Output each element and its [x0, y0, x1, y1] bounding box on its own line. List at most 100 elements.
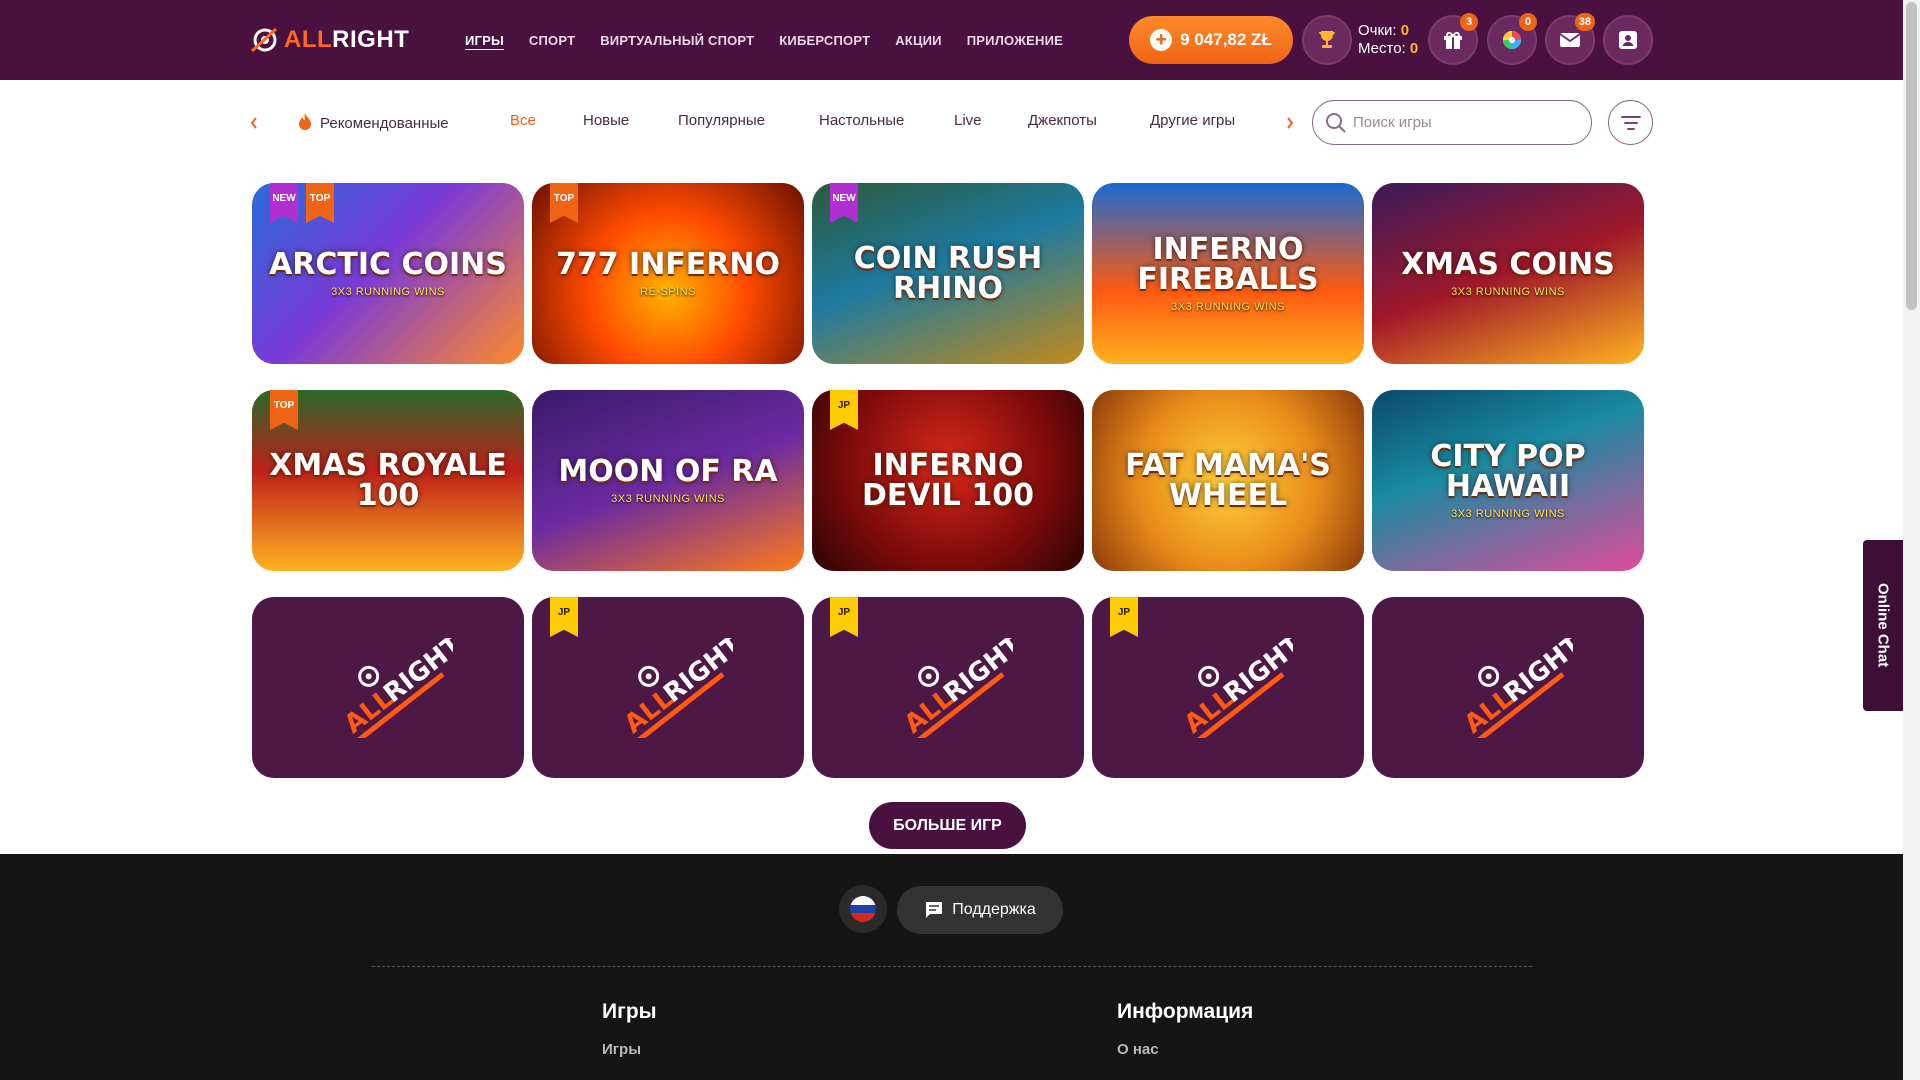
- footer-info-title: Информация: [1117, 1000, 1254, 1023]
- footer-about-link[interactable]: О нас: [1117, 1041, 1159, 1058]
- game-subtitle: 3X3 RUNNING WINS: [331, 285, 445, 298]
- game-tile[interactable]: ALL RIGHT: [252, 597, 524, 778]
- tag-new-badge: NEW: [270, 183, 298, 223]
- game-tile[interactable]: Inferno Devil 100 JP: [812, 390, 1084, 571]
- nav-sport[interactable]: СПОРТ: [529, 33, 575, 48]
- category-other[interactable]: Другие игры: [1150, 112, 1235, 129]
- header: ALLRIGHT ИГРЫ СПОРТ ВИРТУАЛЬНЫЙ СПОРТ КИ…: [0, 0, 1903, 80]
- support-button[interactable]: Поддержка: [897, 886, 1063, 934]
- allright-logo-icon: ALLRIGHT: [1459, 638, 1573, 738]
- game-tile[interactable]: ALL RIGHT: [1372, 597, 1644, 778]
- game-tile[interactable]: Arctic Coins 3X3 RUNNING WINS NEW TOP: [252, 183, 524, 364]
- game-tile[interactable]: ALL RIGHT JP: [812, 597, 1084, 778]
- search-icon: [1326, 113, 1346, 133]
- logo-text-right: RIGHT: [332, 26, 410, 53]
- category-new[interactable]: Новые: [583, 112, 629, 129]
- category-live[interactable]: Live: [954, 112, 982, 129]
- messages-badge: 38: [1574, 13, 1595, 31]
- chat-icon: [926, 902, 943, 918]
- tag-top-badge: TOP: [550, 183, 578, 223]
- wheel-icon: [1503, 31, 1521, 49]
- game-tile[interactable]: City Pop Hawaii 3X3 RUNNING WINS: [1372, 390, 1644, 571]
- language-selector[interactable]: [839, 885, 887, 933]
- game-title: Inferno Devil 100: [862, 447, 1034, 513]
- game-subtitle: RE-SPINS: [640, 285, 696, 298]
- game-tile[interactable]: Inferno Fireballs 3X3 RUNNING WINS: [1092, 183, 1364, 364]
- tag-jp-badge: JP: [1110, 597, 1138, 637]
- points-value: 0: [1400, 22, 1410, 39]
- footer-games-link[interactable]: Игры: [602, 1041, 641, 1058]
- logo[interactable]: ALLRIGHT: [250, 22, 409, 58]
- trophy-icon: [1319, 31, 1335, 48]
- game-subtitle: 3X3 RUNNING WINS: [1451, 507, 1565, 520]
- allright-logo-icon: ALLRIGHT: [899, 638, 1013, 738]
- game-title: 777 Inferno: [555, 246, 781, 282]
- chevron-right-icon[interactable]: [1286, 117, 1294, 129]
- game-title: Coin Rush Rhino: [853, 240, 1043, 306]
- games-grid: Arctic Coins 3X3 RUNNING WINS NEW TOP 777 In…: [252, 183, 1645, 778]
- more-games-button[interactable]: БОЛЬШЕ ИГР: [869, 802, 1026, 849]
- category-all[interactable]: Все: [510, 112, 536, 129]
- game-title: City Pop Hawaii: [1430, 438, 1586, 504]
- support-label: Поддержка: [952, 901, 1036, 918]
- search-box: [1312, 100, 1592, 145]
- game-tile[interactable]: Coin Rush Rhino NEW: [812, 183, 1084, 364]
- online-chat-tab[interactable]: Online Chat: [1863, 540, 1903, 711]
- envelope-icon: [1559, 33, 1581, 47]
- flame-icon: [299, 113, 311, 130]
- tag-jp-badge: JP: [830, 390, 858, 430]
- nav-esports[interactable]: КИБЕРСПОРТ: [779, 33, 870, 48]
- gifts-button[interactable]: 3: [1428, 13, 1478, 65]
- filter-icon: [1620, 115, 1641, 130]
- game-subtitle: 3X3 RUNNING WINS: [1451, 285, 1565, 298]
- search-input[interactable]: [1353, 114, 1573, 131]
- game-tile[interactable]: Fat Mama's Wheel: [1092, 390, 1364, 571]
- tag-top-badge: TOP: [306, 183, 334, 223]
- profile-button[interactable]: [1603, 15, 1653, 65]
- online-chat-label: Online Chat: [1874, 583, 1892, 668]
- filter-button[interactable]: [1608, 100, 1653, 145]
- user-icon: [1619, 31, 1637, 49]
- category-table[interactable]: Настольные: [819, 112, 904, 129]
- game-tile[interactable]: 777 Inferno RE-SPINS TOP: [532, 183, 804, 364]
- logo-text-all: ALL: [284, 26, 333, 53]
- nav-promotions[interactable]: АКЦИИ: [895, 33, 942, 48]
- game-tile[interactable]: ALL RIGHT JP: [532, 597, 804, 778]
- nav-virtual-sport[interactable]: ВИРТУАЛЬНЫЙ СПОРТ: [600, 33, 754, 48]
- category-popular[interactable]: Популярные: [678, 112, 765, 129]
- game-title: Xmas Royale 100: [269, 447, 507, 513]
- category-recommended-label: Рекомендованные: [320, 115, 449, 132]
- game-tile[interactable]: Moon of Ra 3X3 RUNNING WINS: [532, 390, 804, 571]
- category-jackpots[interactable]: Джекпоты: [1028, 112, 1097, 129]
- game-tile[interactable]: Xmas Coins 3X3 RUNNING WINS: [1372, 183, 1644, 364]
- fortune-wheel-button[interactable]: 0: [1487, 13, 1537, 65]
- main-nav: ИГРЫ СПОРТ ВИРТУАЛЬНЫЙ СПОРТ КИБЕРСПОРТ …: [465, 0, 1088, 80]
- game-title: Inferno Fireballs: [1137, 231, 1319, 297]
- place-value: 0: [1409, 40, 1419, 57]
- footer-games-title: Игры: [602, 1000, 657, 1023]
- chevron-left-icon[interactable]: [250, 117, 258, 129]
- messages-button[interactable]: 38: [1545, 13, 1595, 65]
- tag-jp-badge: JP: [550, 597, 578, 637]
- tournament-button[interactable]: [1302, 15, 1352, 65]
- balance-amount: 9 047,82 ZŁ: [1180, 30, 1272, 49]
- scrollbar-thumb[interactable]: [1906, 2, 1917, 310]
- nav-app[interactable]: ПРИЛОЖЕНИЕ: [967, 33, 1063, 48]
- game-tile[interactable]: ALL RIGHT JP: [1092, 597, 1364, 778]
- poker-chip-icon: [250, 27, 278, 53]
- category-recommended[interactable]: Рекомендованные: [296, 112, 449, 132]
- gifts-badge: 3: [1460, 13, 1478, 31]
- deposit-balance-button[interactable]: + 9 047,82 ZŁ: [1129, 16, 1293, 64]
- allright-logo-icon: ALLRIGHT: [339, 638, 453, 738]
- tag-top-badge: TOP: [270, 390, 298, 430]
- place-label: Место:: [1358, 40, 1406, 57]
- allright-logo-icon: ALLRIGHT: [619, 638, 733, 738]
- game-title: Arctic Coins: [269, 246, 507, 282]
- game-tile[interactable]: Xmas Royale 100 TOP: [252, 390, 524, 571]
- plus-icon: +: [1150, 29, 1173, 51]
- nav-games[interactable]: ИГРЫ: [465, 33, 504, 48]
- russia-flag-icon: [850, 896, 876, 922]
- game-subtitle: 3X3 RUNNING WINS: [1171, 300, 1285, 313]
- points-label: Очки:: [1358, 22, 1397, 39]
- game-title: Xmas Coins: [1401, 246, 1615, 282]
